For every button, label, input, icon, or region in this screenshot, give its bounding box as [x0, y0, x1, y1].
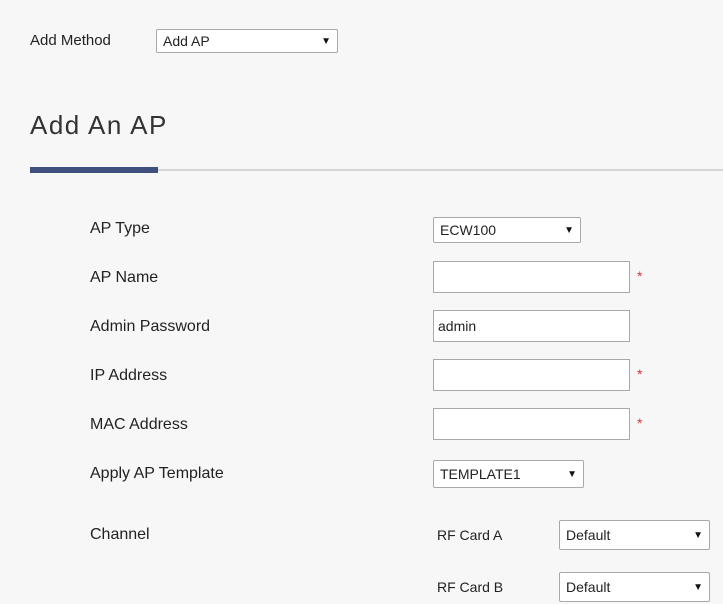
add-method-label: Add Method	[30, 32, 111, 49]
mac-address-label: MAC Address	[90, 416, 188, 433]
rf-card-b-label: RF Card B	[437, 579, 504, 595]
admin-password-label: Admin Password	[90, 318, 211, 335]
add-method-select-value: Add AP	[163, 33, 210, 49]
chevron-down-icon: ▼	[564, 224, 574, 236]
ap-template-select-value: TEMPLATE1	[440, 466, 521, 482]
section-divider-accent	[30, 167, 158, 173]
chevron-down-icon: ▼	[567, 468, 577, 480]
admin-password-input[interactable]	[433, 310, 630, 342]
add-method-select[interactable]: Add AP ▼	[156, 29, 338, 53]
ap-name-label: AP Name	[90, 269, 159, 286]
ap-name-input[interactable]	[433, 261, 630, 293]
ip-address-input[interactable]	[433, 359, 630, 391]
rf-card-a-label: RF Card A	[437, 527, 503, 543]
ap-type-label: AP Type	[90, 220, 150, 237]
rf-card-a-select[interactable]: Default ▼	[559, 520, 710, 550]
rf-card-a-select-value: Default	[566, 527, 611, 543]
ap-type-select-value: ECW100	[440, 222, 497, 238]
channel-label: Channel	[90, 526, 150, 543]
rf-card-b-select[interactable]: Default ▼	[559, 572, 710, 602]
chevron-down-icon: ▼	[693, 529, 703, 541]
page-title: Add An AP	[30, 110, 168, 140]
chevron-down-icon: ▼	[693, 581, 703, 593]
ip-address-required-mark: *	[637, 366, 643, 382]
ap-template-select[interactable]: TEMPLATE1 ▼	[433, 460, 584, 488]
mac-address-input[interactable]	[433, 408, 630, 440]
ap-template-label: Apply AP Template	[90, 465, 224, 482]
rf-card-b-select-value: Default	[566, 579, 611, 595]
mac-address-required-mark: *	[637, 415, 643, 431]
ap-name-required-mark: *	[637, 268, 643, 284]
chevron-down-icon: ▼	[321, 35, 331, 47]
ip-address-label: IP Address	[90, 367, 168, 384]
ap-type-select[interactable]: ECW100 ▼	[433, 217, 581, 243]
